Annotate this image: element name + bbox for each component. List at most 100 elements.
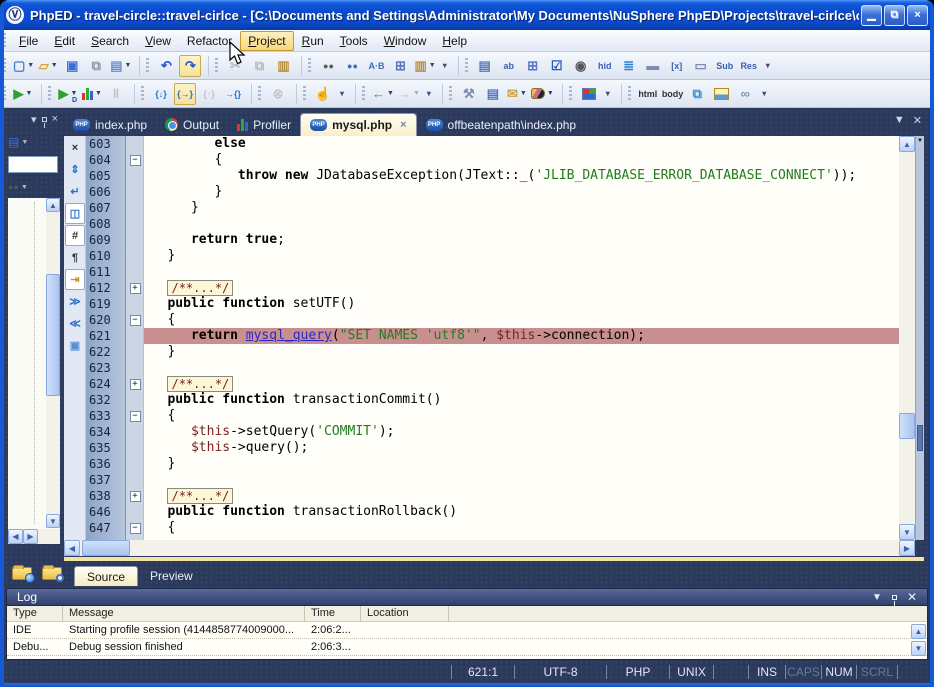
code-line[interactable]: 638+ /**...*/ bbox=[86, 488, 899, 504]
code-line[interactable]: 605 throw new JDatabaseException(JText::… bbox=[86, 168, 899, 184]
scroll-up-button[interactable]: ▲ bbox=[899, 136, 915, 152]
tab-mysql-php[interactable]: PHPmysql.php× bbox=[300, 113, 416, 136]
code-lines[interactable]: 603 else604− {605 throw new JDatabaseExc… bbox=[86, 136, 899, 540]
settings-button[interactable]: ⚒ bbox=[458, 83, 480, 105]
forms-overflow-button[interactable]: ▾ bbox=[762, 55, 774, 77]
new-file-button[interactable]: ▢▼ bbox=[12, 55, 35, 77]
menu-window[interactable]: Window bbox=[376, 31, 435, 51]
toolbar-grip[interactable] bbox=[146, 58, 149, 74]
wrap-column-icon[interactable]: ◫ bbox=[65, 203, 85, 224]
menu-view[interactable]: View bbox=[137, 31, 179, 51]
menubar-grip[interactable] bbox=[3, 33, 6, 49]
embedded-view-button[interactable]: ⊞ bbox=[389, 55, 411, 77]
toolbar-grip[interactable] bbox=[449, 86, 452, 102]
save-to-db-button[interactable]: ▤▼ bbox=[109, 55, 132, 77]
insert-html-button[interactable]: html bbox=[637, 83, 659, 105]
menu-project[interactable]: Project bbox=[240, 31, 293, 51]
replace-button[interactable]: A·B bbox=[365, 55, 387, 77]
scroll-up-button[interactable]: ▲ bbox=[46, 198, 60, 212]
code-line[interactable]: 603 else bbox=[86, 136, 899, 152]
insert-textfield-button[interactable]: ab bbox=[498, 55, 520, 77]
scroll-right-button[interactable]: ▶ bbox=[23, 529, 38, 544]
insert-submit-button[interactable]: Sub bbox=[714, 55, 736, 77]
copy-button[interactable]: ⧉ bbox=[248, 55, 270, 77]
minimize-button[interactable]: ▁ bbox=[861, 5, 882, 26]
scroll-thumb[interactable] bbox=[82, 540, 130, 556]
code-line[interactable]: 647− { bbox=[86, 520, 899, 536]
stop-button[interactable]: ⊗ bbox=[267, 83, 289, 105]
log-pin-icon[interactable] bbox=[892, 595, 897, 600]
tab-close-icon[interactable]: × bbox=[400, 119, 406, 131]
clipboard-history-button[interactable]: ▥▼ bbox=[413, 55, 436, 77]
undo-button[interactable]: ↶ bbox=[155, 55, 177, 77]
save-all-button[interactable]: ⧉ bbox=[85, 55, 107, 77]
outdent-guides-icon[interactable]: ≪ bbox=[65, 313, 85, 334]
fold-collapse-icon[interactable]: − bbox=[130, 523, 141, 534]
tab-preview[interactable]: Preview bbox=[138, 566, 205, 586]
close-gutter-icon[interactable]: × bbox=[65, 137, 85, 158]
insert-table-button[interactable]: ⊞ bbox=[522, 55, 544, 77]
fold-expand-icon[interactable]: + bbox=[130, 379, 141, 390]
explorer-search-input[interactable] bbox=[8, 156, 58, 173]
tab-profiler[interactable]: Profiler bbox=[228, 113, 300, 136]
toolbar1-overflow-button[interactable]: ▾ bbox=[439, 55, 451, 77]
toolbar-grip[interactable] bbox=[362, 86, 365, 102]
toolbar-grip[interactable] bbox=[3, 58, 6, 74]
toolbar-grip[interactable] bbox=[308, 58, 311, 74]
menu-edit[interactable]: Edit bbox=[46, 31, 83, 51]
step-into-button[interactable]: {↓} bbox=[150, 83, 172, 105]
log-menu-icon[interactable]: ▼ bbox=[872, 592, 882, 603]
explorer-tree[interactable]: ▲ ▼ ◀ ▶ bbox=[8, 198, 60, 544]
step-out-button[interactable]: {↑} bbox=[198, 83, 220, 105]
insert-hidden-field-button[interactable]: hid bbox=[594, 55, 616, 77]
insert-radio-button[interactable]: ◉ bbox=[570, 55, 592, 77]
insert-image-button[interactable] bbox=[710, 83, 732, 105]
debug-overflow-button[interactable]: ▾ bbox=[336, 83, 348, 105]
tab-marks-icon[interactable]: ⇥ bbox=[65, 269, 85, 290]
nav-overflow-button[interactable]: ▾ bbox=[423, 83, 435, 105]
menu-run[interactable]: Run bbox=[294, 31, 332, 51]
code-report-button[interactable]: ▤ bbox=[482, 83, 504, 105]
insert-pushbutton-button[interactable]: ▭ bbox=[690, 55, 712, 77]
insert-form-button[interactable]: ▤ bbox=[474, 55, 496, 77]
fold-expand-icon[interactable]: + bbox=[130, 283, 141, 294]
insert-reset-button[interactable]: Res bbox=[738, 55, 760, 77]
code-explorer-icon[interactable]: ▣ bbox=[65, 335, 85, 356]
marker-thumb[interactable] bbox=[917, 425, 923, 451]
toolbar-grip[interactable] bbox=[141, 86, 144, 102]
split-handle-icon[interactable]: ▼ bbox=[917, 138, 923, 144]
insert-frameset-button[interactable]: ⧉ bbox=[686, 83, 708, 105]
code-line[interactable]: 646 public function transactionRollback(… bbox=[86, 504, 899, 520]
toolbar-grip[interactable] bbox=[465, 58, 468, 74]
highlighting-button[interactable]: ▼ bbox=[530, 83, 555, 105]
deploy-button[interactable]: ✉▼ bbox=[506, 83, 528, 105]
menu-tools[interactable]: Tools bbox=[332, 31, 376, 51]
tab-output[interactable]: Output bbox=[156, 113, 228, 136]
code-line[interactable]: 619 public function setUTF() bbox=[86, 296, 899, 312]
split-editor-icon[interactable]: ⇕ bbox=[65, 159, 85, 180]
close-button[interactable]: × bbox=[907, 5, 928, 26]
fold-collapse-icon[interactable]: − bbox=[130, 411, 141, 422]
step-over-button[interactable]: {→} bbox=[174, 83, 196, 105]
toolbar-grip[interactable] bbox=[3, 86, 6, 102]
code-line[interactable]: 636 } bbox=[86, 456, 899, 472]
paste-button[interactable]: ▥ bbox=[272, 55, 294, 77]
code-line[interactable]: 609 return true; bbox=[86, 232, 899, 248]
panel-close-icon[interactable]: × bbox=[52, 113, 58, 125]
find-button[interactable]: ●● bbox=[317, 55, 339, 77]
code-line[interactable]: 637 bbox=[86, 472, 899, 488]
run-to-cursor-button[interactable]: →{} bbox=[222, 83, 244, 105]
insert-button-x-button[interactable]: [x] bbox=[666, 55, 688, 77]
tab-offbeatenpath-index-php[interactable]: PHPoffbeatenpath\index.php bbox=[417, 113, 586, 136]
tree-vertical-scrollbar[interactable]: ▲ ▼ bbox=[46, 198, 60, 528]
log-close-icon[interactable]: ✕ bbox=[907, 590, 917, 604]
redo-button[interactable]: ↷ bbox=[179, 55, 201, 77]
tab-close-icon[interactable]: ✕ bbox=[913, 114, 922, 127]
code-line[interactable]: 611 bbox=[86, 264, 899, 280]
code-line[interactable]: 604− { bbox=[86, 152, 899, 168]
code-line[interactable]: 635 $this->query(); bbox=[86, 440, 899, 456]
editor-vertical-scrollbar[interactable]: ▲ ▼ bbox=[899, 136, 915, 540]
scroll-down-button[interactable]: ▼ bbox=[46, 514, 60, 528]
open-file-button[interactable]: ▱▼ bbox=[37, 55, 59, 77]
code-line[interactable]: 607 } bbox=[86, 200, 899, 216]
